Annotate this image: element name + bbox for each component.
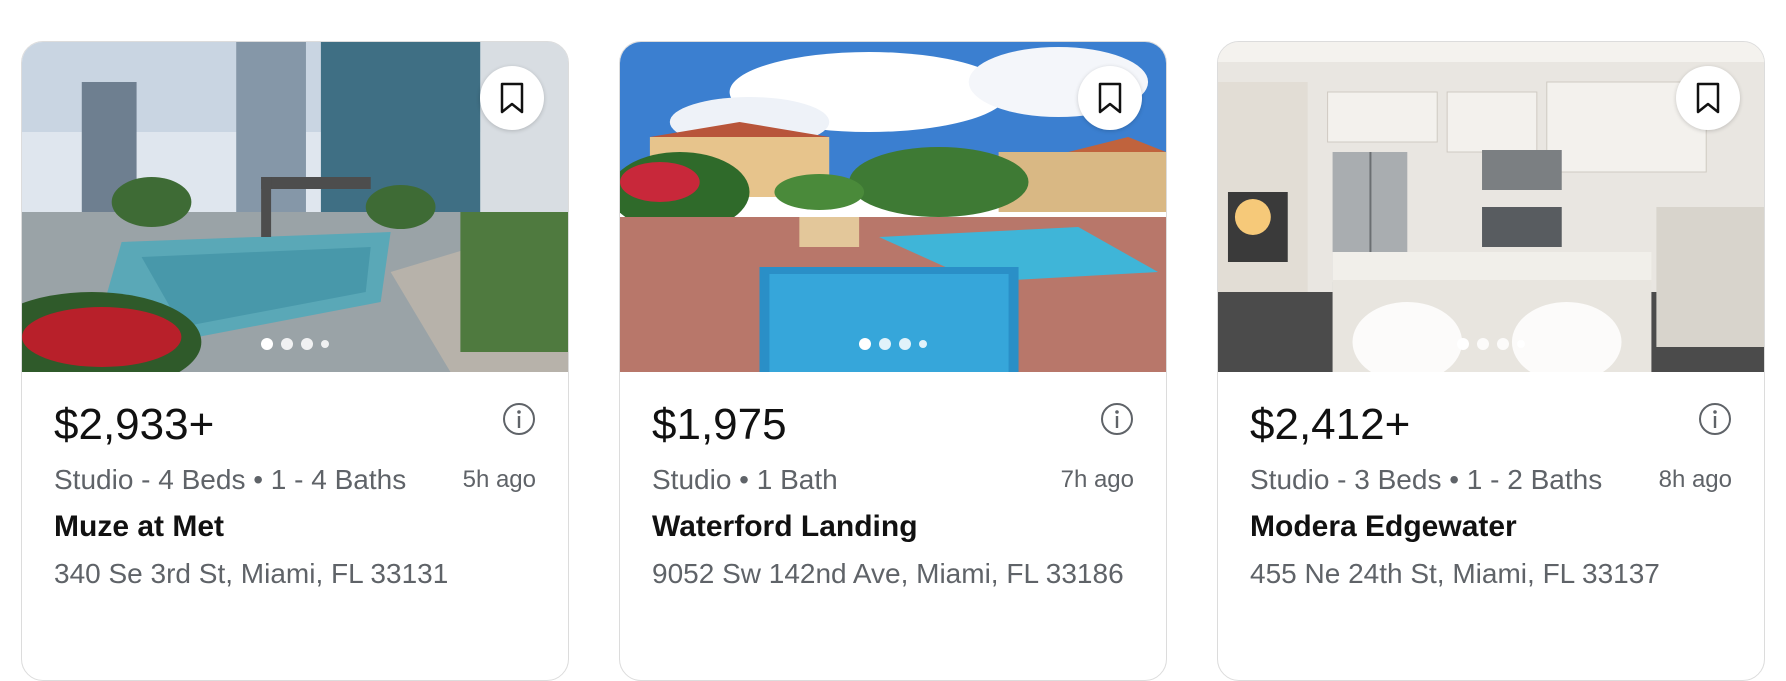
- save-button[interactable]: [1078, 66, 1142, 130]
- listing-card[interactable]: $2,933+ Studio - 4 Beds • 1 - 4 Baths 5h…: [21, 41, 569, 681]
- listing-name[interactable]: Waterford Landing: [652, 510, 918, 544]
- carousel-dot[interactable]: [899, 338, 911, 350]
- carousel-dot[interactable]: [1517, 340, 1525, 348]
- carousel-dot[interactable]: [1477, 338, 1489, 350]
- bookmark-icon: [500, 82, 524, 114]
- carousel-dot[interactable]: [281, 338, 293, 350]
- carousel-dot[interactable]: [261, 338, 273, 350]
- beds-baths: Studio - 4 Beds • 1 - 4 Baths: [54, 464, 407, 495]
- posted-time: 5h ago: [462, 466, 536, 493]
- posted-time: 8h ago: [1658, 466, 1732, 493]
- beds-baths: Studio • 1 Bath: [652, 464, 838, 495]
- listing-price: $2,412+: [1250, 400, 1411, 449]
- carousel-dot[interactable]: [919, 340, 927, 348]
- photo-carousel-dots: [1218, 338, 1764, 350]
- carousel-dot[interactable]: [879, 338, 891, 350]
- carousel-dot[interactable]: [1457, 338, 1469, 350]
- price-info-button[interactable]: [1100, 402, 1134, 436]
- listing-price: $1,975: [652, 400, 787, 449]
- photo-carousel-dots: [22, 338, 568, 350]
- carousel-dot[interactable]: [1497, 338, 1509, 350]
- listing-photo[interactable]: [22, 42, 568, 372]
- listing-price: $2,933+: [54, 400, 215, 449]
- listing-name[interactable]: Muze at Met: [54, 510, 224, 544]
- listing-address: 340 Se 3rd St, Miami, FL 33131: [54, 558, 449, 589]
- price-info-button[interactable]: [502, 402, 536, 436]
- bookmark-icon: [1098, 82, 1122, 114]
- price-info-button[interactable]: [1698, 402, 1732, 436]
- listing-photo[interactable]: [620, 42, 1166, 372]
- listing-photo[interactable]: [1218, 42, 1764, 372]
- listing-address: 455 Ne 24th St, Miami, FL 33137: [1250, 558, 1660, 589]
- listing-card[interactable]: $2,412+ Studio - 3 Beds • 1 - 2 Baths 8h…: [1217, 41, 1765, 681]
- save-button[interactable]: [480, 66, 544, 130]
- save-button[interactable]: [1676, 66, 1740, 130]
- listing-card[interactable]: $1,975 Studio • 1 Bath 7h ago Waterford …: [619, 41, 1167, 681]
- carousel-dot[interactable]: [321, 340, 329, 348]
- carousel-dot[interactable]: [301, 338, 313, 350]
- info-icon: [503, 403, 535, 435]
- bookmark-icon: [1696, 82, 1720, 114]
- info-icon: [1101, 403, 1133, 435]
- carousel-dot[interactable]: [859, 338, 871, 350]
- beds-baths: Studio - 3 Beds • 1 - 2 Baths: [1250, 464, 1603, 495]
- info-icon: [1699, 403, 1731, 435]
- listing-name[interactable]: Modera Edgewater: [1250, 510, 1517, 544]
- listing-address: 9052 Sw 142nd Ave, Miami, FL 33186: [652, 558, 1124, 589]
- photo-carousel-dots: [620, 338, 1166, 350]
- posted-time: 7h ago: [1060, 466, 1134, 493]
